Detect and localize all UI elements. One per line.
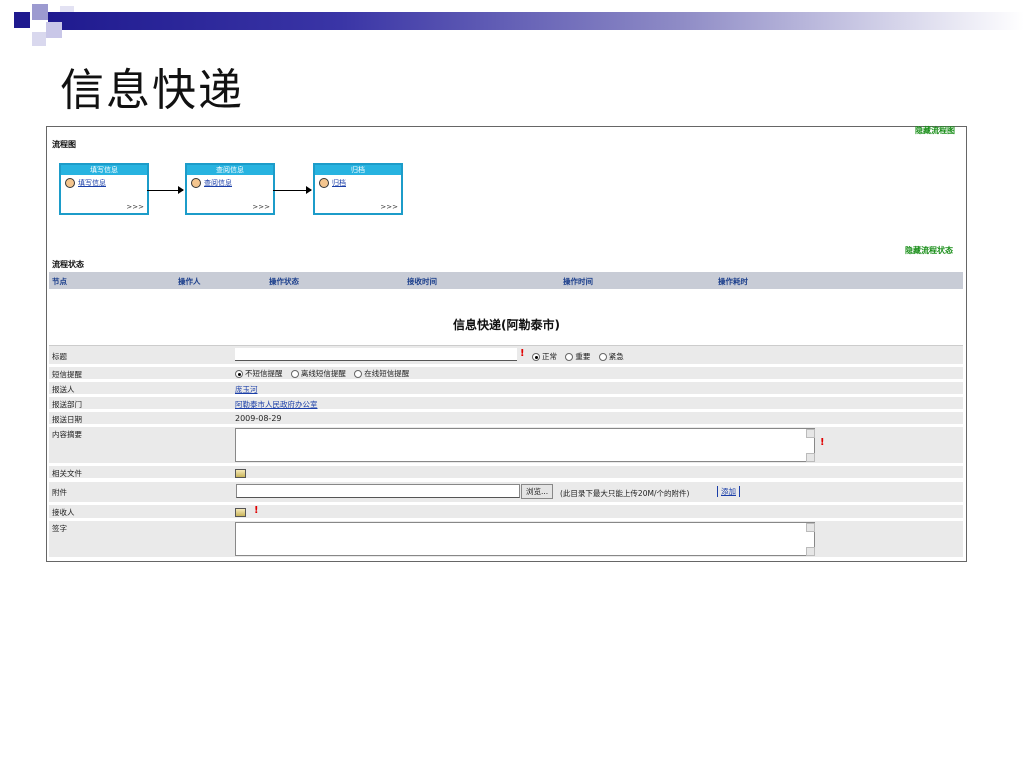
app-screenshot-panel: 隐藏流程图 流程图 填写信息 填写信息 >>> 查阅信息 查阅信息 >>> 归档…: [46, 126, 967, 562]
receiver-label: 接收人: [52, 508, 75, 517]
form-row-sms: 短信提醒 不短信提醒 离线短信提醒 在线短信提醒: [49, 367, 963, 379]
status-col-operated: 操作时间: [563, 277, 593, 286]
flowchart-section-title: 流程图: [52, 140, 76, 149]
form-row-summary: 内容摘要 !: [49, 427, 963, 463]
sender-link[interactable]: 庞玉河: [235, 384, 258, 395]
form-row-sign: 签字: [49, 521, 963, 557]
flow-step-link[interactable]: 填写信息: [78, 179, 106, 187]
form-row-title: 标题 ! 正常 重要 紧急: [49, 345, 963, 364]
status-table-header: 节点 操作人 操作状态 接收时间 操作时间 操作耗时: [49, 272, 963, 289]
flow-step-header: 填写信息: [61, 165, 147, 175]
flow-step-fill: 填写信息 填写信息 >>>: [59, 163, 149, 215]
user-icon: [191, 178, 201, 188]
attach-note: (此目录下最大只能上传20M/个的附件): [560, 489, 690, 498]
title-input[interactable]: [235, 348, 517, 361]
form-row-dept: 报送部门 阿勒泰市人民政府办公室: [49, 397, 963, 409]
scroll-down-icon[interactable]: [806, 453, 815, 462]
dept-link[interactable]: 阿勒泰市人民政府办公室: [235, 399, 318, 410]
sender-label: 报送人: [52, 385, 75, 394]
form-title: 信息快递(阿勒泰市): [453, 318, 560, 332]
dept-label: 报送部门: [52, 400, 82, 409]
flow-step-header: 归档: [315, 165, 401, 175]
status-section-title: 流程状态: [52, 260, 84, 269]
user-icon: [319, 178, 329, 188]
flow-step-review: 查阅信息 查阅信息 >>>: [185, 163, 275, 215]
form-row-attach: 附件 浏览... (此目录下最大只能上传20M/个的附件) 添加: [49, 482, 963, 502]
required-mark: !: [820, 437, 825, 448]
required-mark: !: [520, 348, 525, 359]
decor-square: [14, 12, 30, 28]
user-picker-icon[interactable]: [235, 507, 246, 517]
sign-textarea[interactable]: [235, 522, 815, 556]
flow-step-more[interactable]: >>>: [126, 203, 144, 211]
scroll-up-icon[interactable]: [806, 429, 815, 438]
sms-radio-group: 不短信提醒 离线短信提醒 在线短信提醒: [235, 368, 415, 379]
form-row-receiver: 接收人 !: [49, 505, 963, 518]
decor-square: [46, 22, 62, 38]
sign-label: 签字: [52, 524, 67, 533]
flow-step-more[interactable]: >>>: [252, 203, 270, 211]
sms-option[interactable]: 离线短信提醒: [301, 369, 346, 378]
files-label: 相关文件: [52, 469, 82, 478]
summary-textarea[interactable]: [235, 428, 815, 462]
status-col-duration: 操作耗时: [718, 277, 748, 286]
status-col-received: 接收时间: [407, 277, 437, 286]
scroll-up-icon[interactable]: [806, 523, 815, 532]
receiver-picker: [235, 507, 246, 517]
sms-label: 短信提醒: [52, 370, 82, 379]
radio-icon[interactable]: [235, 370, 243, 378]
decor-square: [32, 4, 48, 20]
form-row-sender: 报送人 庞玉河: [49, 382, 963, 394]
scroll-down-icon[interactable]: [806, 547, 815, 556]
attach-file-input[interactable]: [236, 484, 520, 498]
sms-option[interactable]: 在线短信提醒: [364, 369, 409, 378]
flow-arrow-icon: [147, 186, 184, 194]
radio-icon[interactable]: [565, 353, 574, 361]
title-bar-gradient: [48, 12, 1024, 30]
sms-option[interactable]: 不短信提醒: [245, 369, 283, 378]
radio-icon[interactable]: [354, 370, 363, 378]
priority-option[interactable]: 正常: [542, 352, 557, 361]
flow-step-link[interactable]: 查阅信息: [204, 179, 232, 187]
add-attachment-button[interactable]: 添加: [717, 486, 740, 497]
file-picker-icon[interactable]: [235, 468, 246, 478]
flow-step-more[interactable]: >>>: [380, 203, 398, 211]
status-col-node: 节点: [52, 277, 67, 286]
title-label: 标题: [52, 352, 67, 361]
priority-option[interactable]: 重要: [575, 352, 590, 361]
date-value: 2009-08-29: [235, 414, 282, 423]
radio-icon[interactable]: [598, 353, 607, 361]
hide-status-link[interactable]: 隐藏流程状态: [905, 245, 953, 256]
files-picker: [235, 468, 246, 478]
radio-icon[interactable]: [290, 370, 299, 378]
flow-step-link[interactable]: 归档: [332, 179, 346, 187]
user-icon: [65, 178, 75, 188]
decor-square: [32, 32, 46, 46]
priority-option[interactable]: 紧急: [609, 352, 624, 361]
priority-radio-group: 正常 重要 紧急: [532, 351, 630, 362]
date-label: 报送日期: [52, 415, 82, 424]
hide-flowchart-link[interactable]: 隐藏流程图: [915, 125, 955, 136]
required-mark: !: [254, 505, 259, 516]
flow-step-header: 查阅信息: [187, 165, 273, 175]
form-row-files: 相关文件: [49, 466, 963, 478]
form-row-date: 报送日期 2009-08-29: [49, 412, 963, 424]
flow-arrow-icon: [273, 186, 312, 194]
status-col-state: 操作状态: [269, 277, 299, 286]
radio-icon[interactable]: [532, 353, 540, 361]
slide-title: 信息快递: [60, 65, 244, 116]
flow-step-archive: 归档 归档 >>>: [313, 163, 403, 215]
summary-label: 内容摘要: [52, 430, 82, 439]
status-col-operator: 操作人: [178, 277, 201, 286]
browse-button[interactable]: 浏览...: [521, 484, 554, 499]
attach-label: 附件: [52, 488, 67, 497]
